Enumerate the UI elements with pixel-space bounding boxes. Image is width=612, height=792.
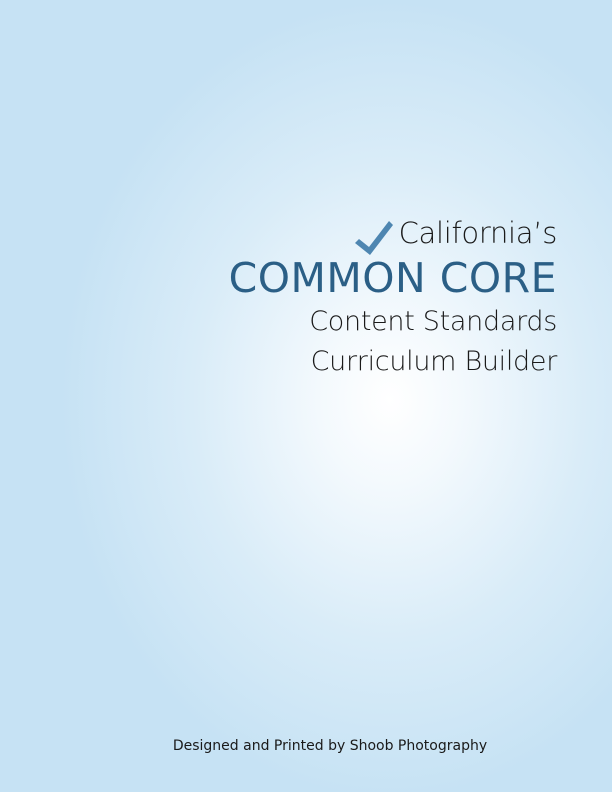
title-line-curriculum-builder: Curriculum Builder	[310, 346, 558, 377]
footer-credit: Designed and Printed by Shoob Photograph…	[172, 738, 488, 754]
title-line-content-standards: Content Standards	[309, 306, 557, 337]
title-line-californias: California’s	[398, 216, 558, 250]
document-cover: California’s COMMO N CORE Content Standar…	[0, 0, 612, 792]
title-common-core: COMMO N CORE	[137, 221, 557, 302]
title-block: California’s COMMO N CORE Content Standar…	[137, 212, 558, 382]
headline-part-1: COMMO	[228, 254, 395, 302]
headline-part-2: N CORE	[395, 254, 557, 302]
